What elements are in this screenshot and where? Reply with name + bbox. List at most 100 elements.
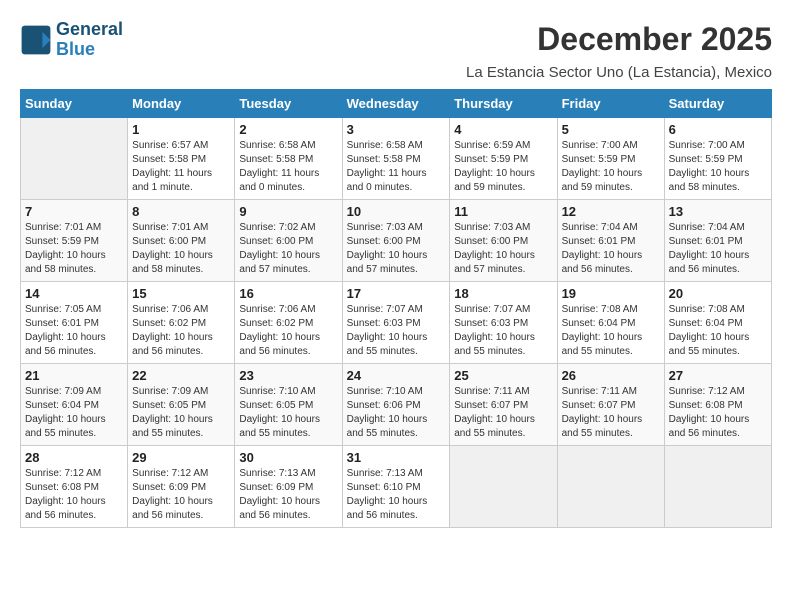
day-info: Sunrise: 7:07 AM Sunset: 6:03 PM Dayligh… [347, 303, 446, 359]
calendar-cell: 22 Sunrise: 7:09 AM Sunset: 6:05 PM Dayli… [128, 363, 235, 445]
calendar-cell: 15 Sunrise: 7:06 AM Sunset: 6:02 PM Dayli… [128, 281, 235, 363]
day-info: Sunrise: 7:11 AM Sunset: 6:07 PM Dayligh… [454, 385, 552, 441]
day-number: 29 [132, 450, 230, 465]
day-info: Sunrise: 7:12 AM Sunset: 6:08 PM Dayligh… [669, 385, 767, 441]
day-number: 23 [239, 368, 337, 383]
header: General Blue December 2025 [20, 20, 772, 60]
day-number: 20 [669, 286, 767, 301]
day-number: 8 [132, 204, 230, 219]
day-number: 9 [239, 204, 337, 219]
day-info: Sunrise: 6:59 AM Sunset: 5:59 PM Dayligh… [454, 139, 552, 195]
day-info: Sunrise: 7:06 AM Sunset: 6:02 PM Dayligh… [132, 303, 230, 359]
day-info: Sunrise: 7:04 AM Sunset: 6:01 PM Dayligh… [562, 221, 660, 277]
calendar-cell: 10 Sunrise: 7:03 AM Sunset: 6:00 PM Dayli… [342, 199, 450, 281]
column-header-thursday: Thursday [450, 89, 557, 117]
day-info: Sunrise: 7:03 AM Sunset: 6:00 PM Dayligh… [347, 221, 446, 277]
calendar-cell: 26 Sunrise: 7:11 AM Sunset: 6:07 PM Dayli… [557, 363, 664, 445]
calendar-cell: 31 Sunrise: 7:13 AM Sunset: 6:10 PM Dayli… [342, 445, 450, 527]
column-header-tuesday: Tuesday [235, 89, 342, 117]
day-info: Sunrise: 7:09 AM Sunset: 6:05 PM Dayligh… [132, 385, 230, 441]
day-number: 16 [239, 286, 337, 301]
day-info: Sunrise: 6:58 AM Sunset: 5:58 PM Dayligh… [239, 139, 337, 195]
day-info: Sunrise: 7:13 AM Sunset: 6:10 PM Dayligh… [347, 467, 446, 523]
calendar-header-row: SundayMondayTuesdayWednesdayThursdayFrid… [21, 89, 772, 117]
calendar-table: SundayMondayTuesdayWednesdayThursdayFrid… [20, 89, 772, 528]
column-header-sunday: Sunday [21, 89, 128, 117]
calendar-week-1: 1 Sunrise: 6:57 AM Sunset: 5:58 PM Daylig… [21, 117, 772, 199]
day-number: 4 [454, 122, 552, 137]
day-number: 31 [347, 450, 446, 465]
calendar-cell [21, 117, 128, 199]
calendar-week-2: 7Sunrise: 7:01 AM Sunset: 5:59 PM Daylig… [21, 199, 772, 281]
calendar-cell: 1 Sunrise: 6:57 AM Sunset: 5:58 PM Daylig… [128, 117, 235, 199]
calendar-cell: 3 Sunrise: 6:58 AM Sunset: 5:58 PM Daylig… [342, 117, 450, 199]
calendar-cell: 19 Sunrise: 7:08 AM Sunset: 6:04 PM Dayli… [557, 281, 664, 363]
day-number: 22 [132, 368, 230, 383]
day-info: Sunrise: 7:13 AM Sunset: 6:09 PM Dayligh… [239, 467, 337, 523]
calendar-cell: 9Sunrise: 7:02 AM Sunset: 6:00 PM Daylig… [235, 199, 342, 281]
calendar-cell: 11 Sunrise: 7:03 AM Sunset: 6:00 PM Dayli… [450, 199, 557, 281]
calendar-cell: 5 Sunrise: 7:00 AM Sunset: 5:59 PM Daylig… [557, 117, 664, 199]
calendar-cell [557, 445, 664, 527]
day-number: 13 [669, 204, 767, 219]
calendar-cell: 20Sunrise: 7:08 AM Sunset: 6:04 PM Dayli… [664, 281, 771, 363]
column-header-wednesday: Wednesday [342, 89, 450, 117]
day-number: 14 [25, 286, 123, 301]
day-info: Sunrise: 7:07 AM Sunset: 6:03 PM Dayligh… [454, 303, 552, 359]
day-number: 1 [132, 122, 230, 137]
day-number: 19 [562, 286, 660, 301]
day-number: 27 [669, 368, 767, 383]
calendar-week-3: 14 Sunrise: 7:05 AM Sunset: 6:01 PM Dayli… [21, 281, 772, 363]
calendar-cell: 6 Sunrise: 7:00 AM Sunset: 5:59 PM Daylig… [664, 117, 771, 199]
logo-text: General Blue [56, 20, 123, 60]
calendar-week-4: 21Sunrise: 7:09 AM Sunset: 6:04 PM Dayli… [21, 363, 772, 445]
day-info: Sunrise: 7:11 AM Sunset: 6:07 PM Dayligh… [562, 385, 660, 441]
column-header-saturday: Saturday [664, 89, 771, 117]
day-number: 3 [347, 122, 446, 137]
day-info: Sunrise: 7:03 AM Sunset: 6:00 PM Dayligh… [454, 221, 552, 277]
calendar-cell: 24Sunrise: 7:10 AM Sunset: 6:06 PM Dayli… [342, 363, 450, 445]
day-info: Sunrise: 7:06 AM Sunset: 6:02 PM Dayligh… [239, 303, 337, 359]
calendar-cell [664, 445, 771, 527]
day-info: Sunrise: 6:57 AM Sunset: 5:58 PM Dayligh… [132, 139, 230, 195]
logo-icon [20, 24, 52, 56]
calendar-cell: 30 Sunrise: 7:13 AM Sunset: 6:09 PM Dayli… [235, 445, 342, 527]
day-info: Sunrise: 7:01 AM Sunset: 5:59 PM Dayligh… [25, 221, 123, 277]
day-number: 12 [562, 204, 660, 219]
calendar-cell: 29 Sunrise: 7:12 AM Sunset: 6:09 PM Dayli… [128, 445, 235, 527]
day-number: 26 [562, 368, 660, 383]
day-info: Sunrise: 7:10 AM Sunset: 6:06 PM Dayligh… [347, 385, 446, 441]
calendar-cell: 25Sunrise: 7:11 AM Sunset: 6:07 PM Dayli… [450, 363, 557, 445]
day-info: Sunrise: 7:05 AM Sunset: 6:01 PM Dayligh… [25, 303, 123, 359]
day-number: 28 [25, 450, 123, 465]
day-number: 18 [454, 286, 552, 301]
calendar-cell: 23 Sunrise: 7:10 AM Sunset: 6:05 PM Dayli… [235, 363, 342, 445]
day-number: 15 [132, 286, 230, 301]
day-info: Sunrise: 7:01 AM Sunset: 6:00 PM Dayligh… [132, 221, 230, 277]
day-info: Sunrise: 7:00 AM Sunset: 5:59 PM Dayligh… [669, 139, 767, 195]
calendar-week-5: 28 Sunrise: 7:12 AM Sunset: 6:08 PM Dayli… [21, 445, 772, 527]
column-header-friday: Friday [557, 89, 664, 117]
logo-blue: Blue [56, 40, 123, 60]
calendar-cell [450, 445, 557, 527]
day-number: 17 [347, 286, 446, 301]
day-number: 5 [562, 122, 660, 137]
calendar-cell: 7Sunrise: 7:01 AM Sunset: 5:59 PM Daylig… [21, 199, 128, 281]
logo-general: General [56, 20, 123, 40]
day-info: Sunrise: 7:12 AM Sunset: 6:09 PM Dayligh… [132, 467, 230, 523]
column-header-monday: Monday [128, 89, 235, 117]
day-number: 30 [239, 450, 337, 465]
day-number: 21 [25, 368, 123, 383]
day-info: Sunrise: 7:08 AM Sunset: 6:04 PM Dayligh… [562, 303, 660, 359]
calendar-cell: 12 Sunrise: 7:04 AM Sunset: 6:01 PM Dayli… [557, 199, 664, 281]
calendar-cell: 16 Sunrise: 7:06 AM Sunset: 6:02 PM Dayli… [235, 281, 342, 363]
calendar-cell: 8 Sunrise: 7:01 AM Sunset: 6:00 PM Daylig… [128, 199, 235, 281]
day-number: 10 [347, 204, 446, 219]
day-number: 11 [454, 204, 552, 219]
day-info: Sunrise: 7:00 AM Sunset: 5:59 PM Dayligh… [562, 139, 660, 195]
day-info: Sunrise: 7:12 AM Sunset: 6:08 PM Dayligh… [25, 467, 123, 523]
day-number: 6 [669, 122, 767, 137]
day-info: Sunrise: 7:10 AM Sunset: 6:05 PM Dayligh… [239, 385, 337, 441]
day-info: Sunrise: 6:58 AM Sunset: 5:58 PM Dayligh… [347, 139, 446, 195]
calendar-cell: 27 Sunrise: 7:12 AM Sunset: 6:08 PM Dayli… [664, 363, 771, 445]
